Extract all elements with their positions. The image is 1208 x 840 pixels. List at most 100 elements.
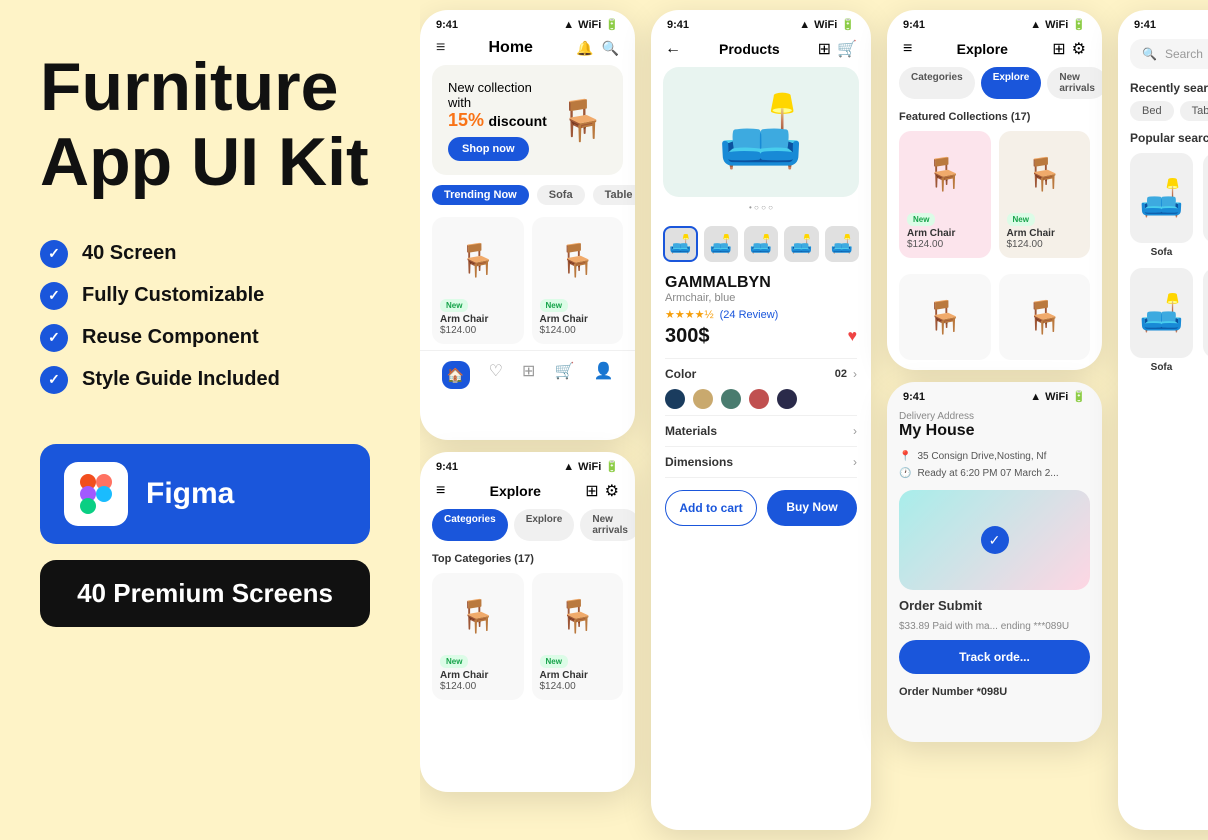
bell-icon[interactable]: 🔔 [576, 40, 593, 57]
tab-sofa[interactable]: Sofa [537, 185, 585, 205]
map-area: ✓ [899, 490, 1090, 590]
tag-table[interactable]: Table [1180, 101, 1208, 121]
detail-status-bar: 9:41 ▲WiFi🔋 [651, 10, 871, 35]
hamburger-icon[interactable]: ≡ [436, 39, 445, 57]
status-icons: ▲ WiFi 🔋 [563, 18, 619, 31]
status-bar-3: 9:41 ▲WiFi🔋 [887, 10, 1102, 35]
grid-icon[interactable]: ⊞ [1052, 39, 1065, 59]
resize-icon[interactable]: ⊞ [818, 39, 831, 59]
settings-icon[interactable]: ⚙ [605, 481, 619, 501]
check-icon: ✓ [40, 282, 68, 310]
stars-icon: ★★★★½ [665, 308, 714, 321]
popular-img-2: 🪑 [1203, 153, 1208, 243]
divider-3 [665, 446, 857, 447]
tag-bed[interactable]: Bed [1130, 101, 1174, 121]
filter-icon-2[interactable]: ⚙ [1072, 39, 1086, 59]
search-status-bar: 9:41 ▲WiFi🔋 [1118, 10, 1208, 35]
status-bar-2: 9:41 ▲WiFi🔋 [420, 452, 635, 477]
popular-item-2[interactable]: 🪑 S... [1203, 153, 1208, 258]
explore-header: ≡ Explore ⊞ ⚙ [420, 477, 635, 509]
explore2-card-1[interactable]: 🪑 New Arm Chair $124.00 [899, 131, 991, 258]
features-list: ✓ 40 Screen ✓ Fully Customizable ✓ Reuse… [40, 240, 380, 394]
dimensions-row[interactable]: Dimensions › [651, 449, 871, 475]
feature-item: ✓ 40 Screen [40, 240, 380, 268]
chair-image: 🪑 [557, 97, 607, 144]
search-icon[interactable]: 🔍 [602, 40, 619, 57]
banner-text: New collection with 15% discount Shop no… [448, 80, 557, 161]
tab-explore[interactable]: Explore [514, 509, 575, 541]
explore-product-card-2[interactable]: 🪑 New Arm Chair $124.00 [532, 573, 624, 700]
tab-new-2[interactable]: New arrivals [1047, 67, 1102, 99]
tab-trending[interactable]: Trending Now [432, 185, 529, 205]
nav-wishlist[interactable]: ♡ [489, 361, 503, 389]
shop-now-button[interactable]: Shop now [448, 137, 529, 161]
explore-products-grid: 🪑 New Arm Chair $124.00 🪑 New Arm Chair … [420, 569, 635, 704]
explore-phone-2: 9:41 ▲WiFi🔋 ≡ Explore ⊞ ⚙ Categories Exp… [887, 10, 1102, 370]
review-count[interactable]: (24 Review) [720, 309, 779, 321]
thumb-5[interactable]: 🛋️ [825, 226, 859, 262]
premium-badge: 40 Premium Screens [40, 560, 370, 627]
thumb-3[interactable]: 🛋️ [744, 226, 778, 262]
tab-new-arrivals[interactable]: New arrivals [580, 509, 635, 541]
color-swatch-tan[interactable] [693, 389, 713, 409]
chevron-down-icon[interactable]: › [853, 367, 857, 381]
nav-grid[interactable]: ⊞ [522, 361, 535, 389]
product-card[interactable]: 🪑 New Arm Chair $124.00 [532, 217, 624, 344]
tab-categories-2[interactable]: Categories [899, 67, 975, 99]
color-swatch-navy[interactable] [665, 389, 685, 409]
hamburger-icon-3[interactable]: ≡ [903, 40, 912, 58]
order-number-label: Order Number [899, 686, 974, 698]
thumbnail-row: 🛋️ 🛋️ 🛋️ 🛋️ 🛋️ [651, 218, 871, 270]
popular-item-1[interactable]: 🛋️ Sofa [1130, 153, 1193, 258]
detail-header: ← Products ⊞ 🛒 [651, 35, 871, 67]
thumb-4[interactable]: 🛋️ [784, 226, 818, 262]
popular-item-3[interactable]: 🛋️ Sofa [1130, 268, 1193, 373]
product-badge: New [440, 299, 468, 312]
color-swatch-teal[interactable] [721, 389, 741, 409]
popular-img-3: 🛋️ [1130, 268, 1193, 358]
feature-item: ✓ Style Guide Included [40, 366, 380, 394]
explore-product-card[interactable]: 🪑 New Arm Chair $124.00 [432, 573, 524, 700]
explore2-card-2[interactable]: 🪑 New Arm Chair $124.00 [999, 131, 1091, 258]
hamburger-icon-2[interactable]: ≡ [436, 482, 445, 500]
nav-profile[interactable]: 👤 [594, 361, 614, 389]
feature-item: ✓ Reuse Component [40, 324, 380, 352]
add-to-cart-button[interactable]: Add to cart [665, 490, 757, 526]
figma-badge[interactable]: Figma [40, 444, 370, 544]
category-tabs: Trending Now Sofa Table Cha... [420, 175, 635, 211]
color-swatch-red[interactable] [749, 389, 769, 409]
search-bar[interactable]: 🔍 Search [1130, 39, 1208, 69]
popular-item-4[interactable]: 🪑 S... [1203, 268, 1208, 373]
feature-item: ✓ Fully Customizable [40, 282, 380, 310]
tab-categories[interactable]: Categories [432, 509, 508, 541]
paid-text: $33.89 Paid with ma... ending ***089U [887, 621, 1102, 632]
heart-icon[interactable]: ♥ [848, 328, 858, 346]
divider-2 [665, 415, 857, 416]
order-status-bar: 9:41 ▲WiFi🔋 [887, 382, 1102, 407]
track-order-button[interactable]: Track orde... [899, 640, 1090, 674]
premium-label: 40 Premium Screens [77, 578, 333, 609]
buy-now-button[interactable]: Buy Now [767, 490, 857, 526]
search-icon-2: 🔍 [1142, 47, 1157, 61]
back-button[interactable]: ← [665, 40, 681, 58]
color-swatch-dark[interactable] [777, 389, 797, 409]
nav-home[interactable]: 🏠 [442, 361, 470, 389]
product-card[interactable]: 🪑 New Arm Chair $124.00 [432, 217, 524, 344]
explore-phone-small: 9:41 ▲WiFi🔋 ≡ Explore ⊞ ⚙ Categories Exp… [420, 452, 635, 792]
cart-icon[interactable]: 🛒 [837, 39, 857, 59]
header-icons: 🔔 🔍 [576, 40, 619, 57]
bottom-nav: 🏠 ♡ ⊞ 🛒 👤 [420, 350, 635, 399]
check-icon: ✓ [40, 240, 68, 268]
price-row: 300$ ♥ [665, 325, 857, 348]
popular-img-4: 🪑 [1203, 268, 1208, 358]
materials-row[interactable]: Materials › [651, 418, 871, 444]
explore2-card-3[interactable]: 🪑 [899, 274, 991, 360]
thumb-2[interactable]: 🛋️ [704, 226, 738, 262]
nav-cart[interactable]: 🛒 [555, 361, 575, 389]
explore2-card-4[interactable]: 🪑 [999, 274, 1091, 360]
tab-table[interactable]: Table [593, 185, 635, 205]
thumb-1[interactable]: 🛋️ [663, 226, 698, 262]
filter-icon[interactable]: ⊞ [585, 481, 598, 501]
action-buttons: Add to cart Buy Now [651, 480, 871, 536]
tab-explore-2[interactable]: Explore [981, 67, 1042, 99]
